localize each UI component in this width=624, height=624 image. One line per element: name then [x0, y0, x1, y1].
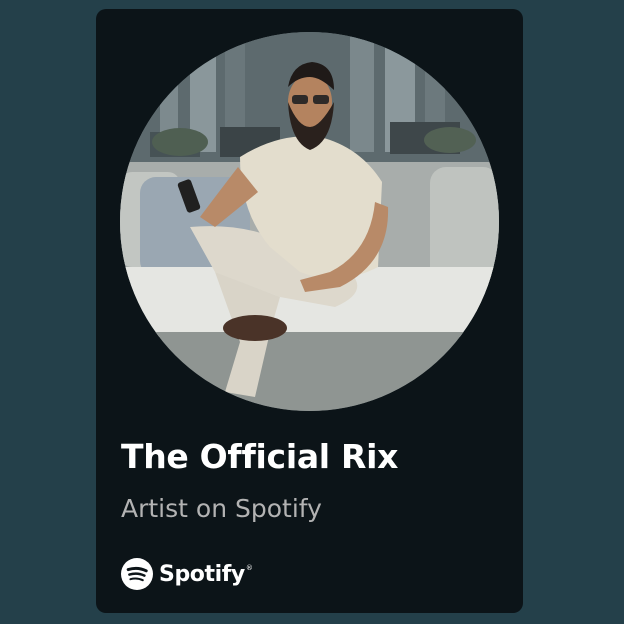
artist-name: The Official Rix [121, 437, 399, 476]
spotify-logo-icon [121, 558, 153, 590]
trademark-mark: ® [245, 564, 253, 572]
artist-share-card[interactable]: The Official Rix Artist on Spotify Spoti… [96, 9, 523, 613]
artist-subtitle: Artist on Spotify [121, 494, 322, 523]
spotify-brand[interactable]: Spotify ® [121, 557, 253, 591]
spotify-wordmark: Spotify [159, 561, 245, 587]
artist-photo-illustration [120, 32, 499, 411]
artist-photo [120, 32, 499, 411]
